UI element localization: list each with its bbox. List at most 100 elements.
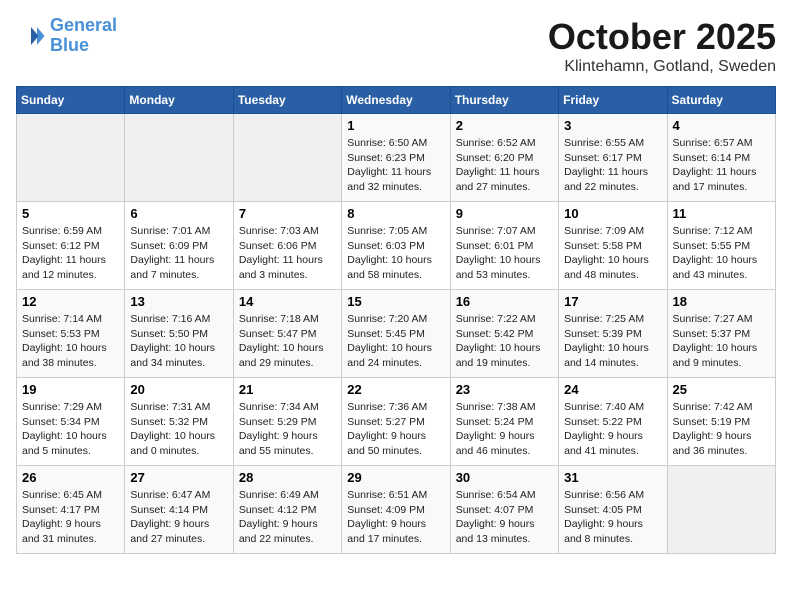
calendar-cell: 30Sunrise: 6:54 AM Sunset: 4:07 PM Dayli…: [450, 466, 558, 554]
weekday-header-cell: Tuesday: [233, 87, 341, 114]
cell-content: Sunrise: 7:25 AM Sunset: 5:39 PM Dayligh…: [564, 312, 661, 371]
day-number: 12: [22, 294, 119, 309]
weekday-header-cell: Wednesday: [342, 87, 450, 114]
logo-icon: [16, 21, 46, 51]
day-number: 11: [673, 206, 770, 221]
calendar-cell: 16 Sunrise: 7:22 AM Sunset: 5:42 PM Dayli…: [450, 290, 558, 378]
calendar-cell: 4 Sunrise: 6:57 AM Sunset: 6:14 PM Daylig…: [667, 114, 775, 202]
calendar-cell: [17, 114, 125, 202]
cell-content: Sunrise: 6:50 AM Sunset: 6:23 PM Dayligh…: [347, 136, 444, 195]
weekday-header-row: SundayMondayTuesdayWednesdayThursdayFrid…: [17, 87, 776, 114]
cell-content: Sunrise: 7:07 AM Sunset: 6:01 PM Dayligh…: [456, 224, 553, 283]
cell-content: Sunrise: 6:55 AM Sunset: 6:17 PM Dayligh…: [564, 136, 661, 195]
cell-content: Sunrise: 6:57 AM Sunset: 6:14 PM Dayligh…: [673, 136, 770, 195]
day-number: 16: [456, 294, 553, 309]
calendar-cell: 25 Sunrise: 7:42 AM Sunset: 5:19 PM Dayli…: [667, 378, 775, 466]
cell-content: Sunrise: 6:45 AM Sunset: 4:17 PM Dayligh…: [22, 488, 119, 547]
calendar-cell: 3 Sunrise: 6:55 AM Sunset: 6:17 PM Daylig…: [559, 114, 667, 202]
cell-content: Sunrise: 7:14 AM Sunset: 5:53 PM Dayligh…: [22, 312, 119, 371]
weekday-header-cell: Friday: [559, 87, 667, 114]
calendar-body: 1 Sunrise: 6:50 AM Sunset: 6:23 PM Daylig…: [17, 114, 776, 554]
weekday-header-cell: Monday: [125, 87, 233, 114]
cell-content: Sunrise: 6:52 AM Sunset: 6:20 PM Dayligh…: [456, 136, 553, 195]
calendar-week-row: 19 Sunrise: 7:29 AM Sunset: 5:34 PM Dayli…: [17, 378, 776, 466]
calendar-week-row: 1 Sunrise: 6:50 AM Sunset: 6:23 PM Daylig…: [17, 114, 776, 202]
calendar-cell: 13 Sunrise: 7:16 AM Sunset: 5:50 PM Dayli…: [125, 290, 233, 378]
day-number: 30: [456, 470, 553, 485]
day-number: 13: [130, 294, 227, 309]
calendar-cell: 1 Sunrise: 6:50 AM Sunset: 6:23 PM Daylig…: [342, 114, 450, 202]
cell-content: Sunrise: 7:29 AM Sunset: 5:34 PM Dayligh…: [22, 400, 119, 459]
cell-content: Sunrise: 7:27 AM Sunset: 5:37 PM Dayligh…: [673, 312, 770, 371]
logo-text: General Blue: [50, 16, 117, 56]
weekday-header-cell: Saturday: [667, 87, 775, 114]
calendar-cell: 12 Sunrise: 7:14 AM Sunset: 5:53 PM Dayli…: [17, 290, 125, 378]
cell-content: Sunrise: 7:05 AM Sunset: 6:03 PM Dayligh…: [347, 224, 444, 283]
calendar-cell: 23 Sunrise: 7:38 AM Sunset: 5:24 PM Dayli…: [450, 378, 558, 466]
calendar-cell: 11 Sunrise: 7:12 AM Sunset: 5:55 PM Dayli…: [667, 202, 775, 290]
calendar-cell: 26Sunrise: 6:45 AM Sunset: 4:17 PM Dayli…: [17, 466, 125, 554]
calendar-cell: 5Sunrise: 6:59 AM Sunset: 6:12 PM Daylig…: [17, 202, 125, 290]
cell-content: Sunrise: 7:22 AM Sunset: 5:42 PM Dayligh…: [456, 312, 553, 371]
weekday-header-cell: Thursday: [450, 87, 558, 114]
calendar-cell: [667, 466, 775, 554]
calendar-cell: 18 Sunrise: 7:27 AM Sunset: 5:37 PM Dayli…: [667, 290, 775, 378]
cell-content: Sunrise: 6:51 AM Sunset: 4:09 PM Dayligh…: [347, 488, 444, 547]
calendar-cell: 27Sunrise: 6:47 AM Sunset: 4:14 PM Dayli…: [125, 466, 233, 554]
day-number: 27: [130, 470, 227, 485]
day-number: 21: [239, 382, 336, 397]
calendar-week-row: 26Sunrise: 6:45 AM Sunset: 4:17 PM Dayli…: [17, 466, 776, 554]
day-number: 22: [347, 382, 444, 397]
day-number: 7: [239, 206, 336, 221]
day-number: 1: [347, 118, 444, 133]
cell-content: Sunrise: 6:59 AM Sunset: 6:12 PM Dayligh…: [22, 224, 119, 283]
day-number: 2: [456, 118, 553, 133]
day-number: 14: [239, 294, 336, 309]
day-number: 17: [564, 294, 661, 309]
cell-content: Sunrise: 7:09 AM Sunset: 5:58 PM Dayligh…: [564, 224, 661, 283]
cell-content: Sunrise: 7:18 AM Sunset: 5:47 PM Dayligh…: [239, 312, 336, 371]
calendar-cell: 14 Sunrise: 7:18 AM Sunset: 5:47 PM Dayli…: [233, 290, 341, 378]
day-number: 31: [564, 470, 661, 485]
day-number: 4: [673, 118, 770, 133]
calendar-cell: 9Sunrise: 7:07 AM Sunset: 6:01 PM Daylig…: [450, 202, 558, 290]
calendar-cell: 6Sunrise: 7:01 AM Sunset: 6:09 PM Daylig…: [125, 202, 233, 290]
cell-content: Sunrise: 7:12 AM Sunset: 5:55 PM Dayligh…: [673, 224, 770, 283]
cell-content: Sunrise: 7:31 AM Sunset: 5:32 PM Dayligh…: [130, 400, 227, 459]
cell-content: Sunrise: 6:56 AM Sunset: 4:05 PM Dayligh…: [564, 488, 661, 547]
day-number: 6: [130, 206, 227, 221]
cell-content: Sunrise: 7:20 AM Sunset: 5:45 PM Dayligh…: [347, 312, 444, 371]
day-number: 19: [22, 382, 119, 397]
calendar-cell: 15 Sunrise: 7:20 AM Sunset: 5:45 PM Dayli…: [342, 290, 450, 378]
cell-content: Sunrise: 7:40 AM Sunset: 5:22 PM Dayligh…: [564, 400, 661, 459]
calendar-cell: 22 Sunrise: 7:36 AM Sunset: 5:27 PM Dayli…: [342, 378, 450, 466]
day-number: 20: [130, 382, 227, 397]
calendar-cell: 2 Sunrise: 6:52 AM Sunset: 6:20 PM Daylig…: [450, 114, 558, 202]
calendar-cell: 8 Sunrise: 7:05 AM Sunset: 6:03 PM Daylig…: [342, 202, 450, 290]
cell-content: Sunrise: 7:36 AM Sunset: 5:27 PM Dayligh…: [347, 400, 444, 459]
day-number: 23: [456, 382, 553, 397]
cell-content: Sunrise: 7:42 AM Sunset: 5:19 PM Dayligh…: [673, 400, 770, 459]
cell-content: Sunrise: 7:38 AM Sunset: 5:24 PM Dayligh…: [456, 400, 553, 459]
month-title: October 2025: [548, 16, 776, 58]
calendar-week-row: 5Sunrise: 6:59 AM Sunset: 6:12 PM Daylig…: [17, 202, 776, 290]
calendar-cell: 21Sunrise: 7:34 AM Sunset: 5:29 PM Dayli…: [233, 378, 341, 466]
calendar-cell: 31 Sunrise: 6:56 AM Sunset: 4:05 PM Dayli…: [559, 466, 667, 554]
location-title: Klintehamn, Gotland, Sweden: [548, 58, 776, 76]
calendar-cell: 7 Sunrise: 7:03 AM Sunset: 6:06 PM Daylig…: [233, 202, 341, 290]
calendar-cell: 19 Sunrise: 7:29 AM Sunset: 5:34 PM Dayli…: [17, 378, 125, 466]
day-number: 8: [347, 206, 444, 221]
header: General Blue October 2025 Klintehamn, Go…: [16, 16, 776, 76]
day-number: 3: [564, 118, 661, 133]
day-number: 25: [673, 382, 770, 397]
calendar-cell: [233, 114, 341, 202]
calendar-table: SundayMondayTuesdayWednesdayThursdayFrid…: [16, 86, 776, 554]
cell-content: Sunrise: 7:16 AM Sunset: 5:50 PM Dayligh…: [130, 312, 227, 371]
calendar-week-row: 12 Sunrise: 7:14 AM Sunset: 5:53 PM Dayli…: [17, 290, 776, 378]
day-number: 28: [239, 470, 336, 485]
day-number: 18: [673, 294, 770, 309]
day-number: 15: [347, 294, 444, 309]
calendar-cell: 28Sunrise: 6:49 AM Sunset: 4:12 PM Dayli…: [233, 466, 341, 554]
day-number: 29: [347, 470, 444, 485]
cell-content: Sunrise: 7:03 AM Sunset: 6:06 PM Dayligh…: [239, 224, 336, 283]
